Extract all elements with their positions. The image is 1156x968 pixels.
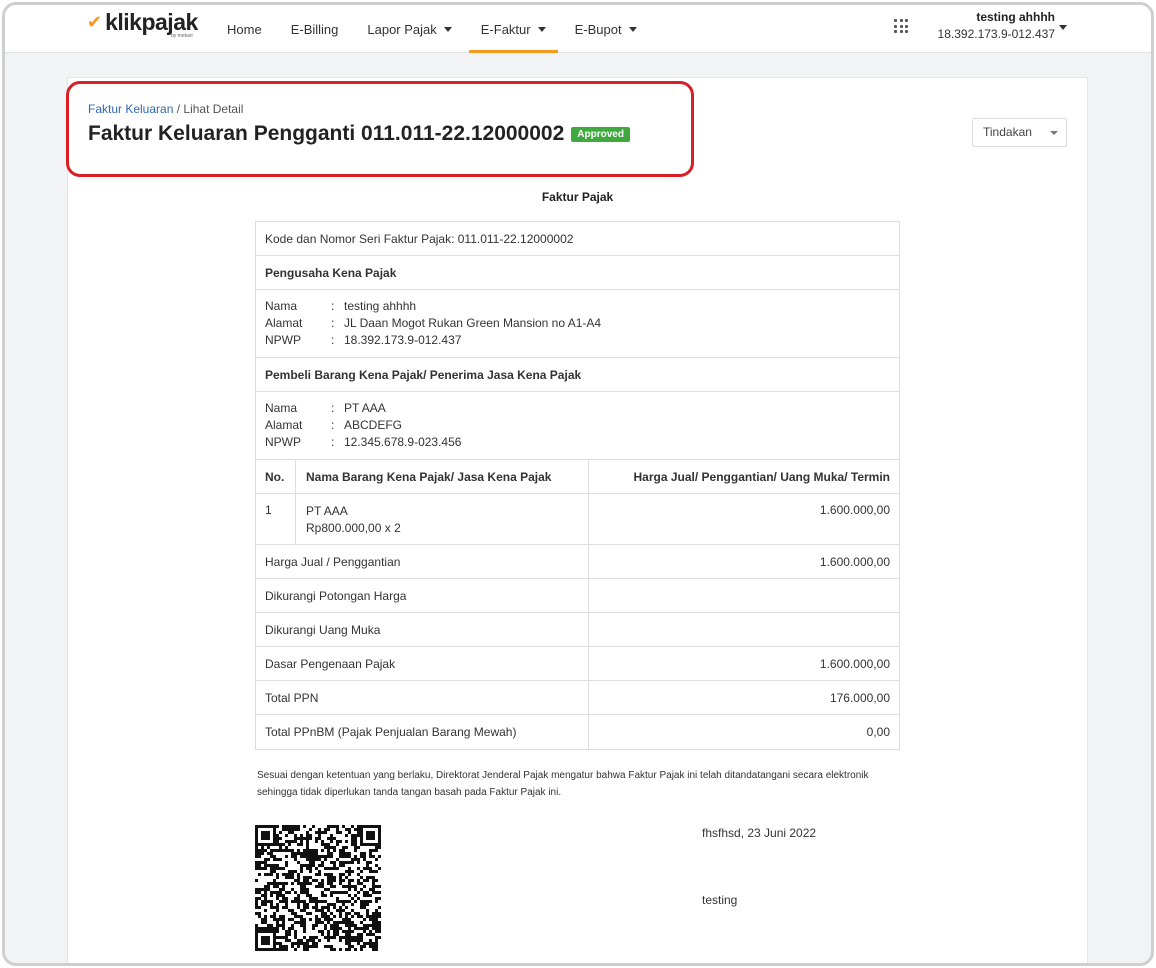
user-menu[interactable]: testing ahhhh 18.392.173.9-012.437 bbox=[925, 9, 1055, 43]
summary-row: Dasar Pengenaan Pajak 1.600.000,00 bbox=[256, 647, 899, 681]
user-npwp: 18.392.173.9-012.437 bbox=[937, 27, 1055, 41]
klikpajak-logo[interactable]: ✔ klikpajak by mekari bbox=[87, 11, 198, 41]
seller-npwp: 18.392.173.9-012.437 bbox=[344, 333, 462, 347]
nav-home-label: Home bbox=[227, 21, 262, 37]
logo-subtext: by mekari bbox=[171, 33, 193, 39]
app-window: ✔ klikpajak by mekari Home E-Billing Lap… bbox=[2, 2, 1154, 966]
seller-address-label: Alamat bbox=[265, 316, 303, 330]
tindakan-dropdown[interactable]: Tindakan bbox=[972, 118, 1067, 147]
seller-info: Nama: testing ahhhh Alamat: JL Daan Mogot … bbox=[256, 290, 899, 358]
tindakan-label: Tindakan bbox=[983, 125, 1032, 139]
summary-row: Harga Jual / Penggantian 1.600.000,00 bbox=[256, 545, 899, 579]
buyer-name: PT AAA bbox=[344, 401, 386, 415]
summary-value bbox=[589, 613, 899, 646]
seller-heading-row: Pengusaha Kena Pajak bbox=[256, 256, 899, 290]
user-caret-down-icon[interactable] bbox=[1059, 25, 1067, 30]
buyer-name-label: Nama bbox=[265, 401, 298, 415]
summary-label: Total PPnBM (Pajak Penjualan Barang Mewa… bbox=[256, 715, 589, 749]
logo-text: klikpajak bbox=[105, 9, 198, 35]
top-navbar: ✔ klikpajak by mekari Home E-Billing Lap… bbox=[5, 5, 1151, 53]
signer-name: testing bbox=[702, 893, 738, 907]
app-grid-icon[interactable] bbox=[894, 19, 908, 33]
checkmark-logo-icon: ✔ bbox=[87, 12, 103, 32]
serial-text: Kode dan Nomor Seri Faktur Pajak: 011.01… bbox=[265, 231, 574, 246]
seller-address: JL Daan Mogot Rukan Green Mansion no A1-… bbox=[344, 316, 602, 330]
e-signature-note: Sesuai dengan ketentuan yang berlaku, Di… bbox=[257, 770, 869, 798]
summary-value: 1.600.000,00 bbox=[819, 656, 890, 671]
caret-down-icon bbox=[537, 26, 546, 32]
buyer-npwp: 12.345.678.9-023.456 bbox=[344, 435, 462, 449]
main-nav: Home E-Billing Lapor Pajak E-Faktur E-Bu… bbox=[215, 5, 654, 53]
nav-home[interactable]: Home bbox=[215, 5, 274, 53]
item-no: 1 bbox=[256, 494, 296, 544]
summary-row: Dikurangi Potongan Harga bbox=[256, 579, 899, 613]
summary-value bbox=[589, 579, 899, 612]
nav-e-faktur-label: E-Faktur bbox=[480, 21, 531, 37]
summary-row: Total PPN 176.000,00 bbox=[256, 681, 899, 715]
item-name-cell: PT AAA Rp800.000,00 x 2 bbox=[296, 494, 589, 544]
nav-lapor-pajak[interactable]: Lapor Pajak bbox=[355, 5, 463, 53]
qr-code-icon bbox=[255, 825, 381, 951]
summary-value: 1.600.000,00 bbox=[819, 554, 890, 569]
header-name: Nama Barang Kena Pajak/ Jasa Kena Pajak bbox=[296, 460, 589, 493]
summary-value: 176.000,00 bbox=[829, 690, 890, 705]
items-header-row: No. Nama Barang Kena Pajak/ Jasa Kena Pa… bbox=[256, 460, 899, 494]
seller-name: testing ahhhh bbox=[344, 299, 417, 313]
invoice-table: Kode dan Nomor Seri Faktur Pajak: 011.01… bbox=[255, 221, 900, 750]
nav-e-billing-label: E-Billing bbox=[290, 21, 339, 37]
summary-label: Total PPN bbox=[256, 681, 589, 714]
serial-row: Kode dan Nomor Seri Faktur Pajak: 011.01… bbox=[256, 222, 899, 256]
caret-down-icon bbox=[443, 26, 452, 32]
summary-label: Harga Jual / Penggantian bbox=[256, 545, 589, 578]
highlight-box bbox=[66, 81, 694, 177]
buyer-npwp-label: NPWP bbox=[265, 435, 301, 449]
buyer-address-label: Alamat bbox=[265, 418, 303, 432]
sign-place-date: fhsfhsd, 23 Juni 2022 bbox=[702, 826, 817, 840]
caret-down-icon bbox=[628, 26, 637, 32]
summary-label: Dikurangi Uang Muka bbox=[256, 613, 589, 646]
header-price: Harga Jual/ Penggantian/ Uang Muka/ Term… bbox=[633, 469, 891, 484]
nav-e-bupot[interactable]: E-Bupot bbox=[563, 5, 649, 53]
nav-e-faktur[interactable]: E-Faktur bbox=[468, 5, 558, 53]
item-price: 1.600.000,00 bbox=[819, 503, 890, 517]
buyer-address: ABCDEFG bbox=[344, 418, 403, 432]
summary-row: Total PPnBM (Pajak Penjualan Barang Mewa… bbox=[256, 715, 899, 749]
item-detail: Rp800.000,00 x 2 bbox=[306, 521, 401, 535]
seller-npwp-label: NPWP bbox=[265, 333, 301, 347]
header-no: No. bbox=[256, 460, 296, 493]
summary-label: Dikurangi Potongan Harga bbox=[256, 579, 589, 612]
caret-down-icon bbox=[1050, 131, 1058, 135]
summary-label: Dasar Pengenaan Pajak bbox=[256, 647, 589, 680]
seller-name-label: Nama bbox=[265, 299, 298, 313]
seller-heading: Pengusaha Kena Pajak bbox=[265, 265, 397, 280]
user-name: testing ahhhh bbox=[976, 10, 1055, 24]
buyer-info: Nama: PT AAA Alamat: ABCDEFG NPWP:12.345.6… bbox=[256, 392, 899, 460]
buyer-heading: Pembeli Barang Kena Pajak/ Penerima Jasa… bbox=[265, 367, 582, 382]
nav-e-bupot-label: E-Bupot bbox=[574, 21, 622, 37]
document-title: Faktur Pajak bbox=[541, 190, 614, 204]
nav-e-billing[interactable]: E-Billing bbox=[279, 5, 351, 53]
nav-lapor-pajak-label: Lapor Pajak bbox=[367, 21, 437, 37]
summary-value: 0,00 bbox=[866, 725, 890, 739]
table-row: 1 PT AAA Rp800.000,00 x 2 1.600.000,00 bbox=[256, 494, 899, 545]
buyer-heading-row: Pembeli Barang Kena Pajak/ Penerima Jasa… bbox=[256, 358, 899, 392]
item-name: PT AAA bbox=[306, 504, 348, 518]
summary-row: Dikurangi Uang Muka bbox=[256, 613, 899, 647]
